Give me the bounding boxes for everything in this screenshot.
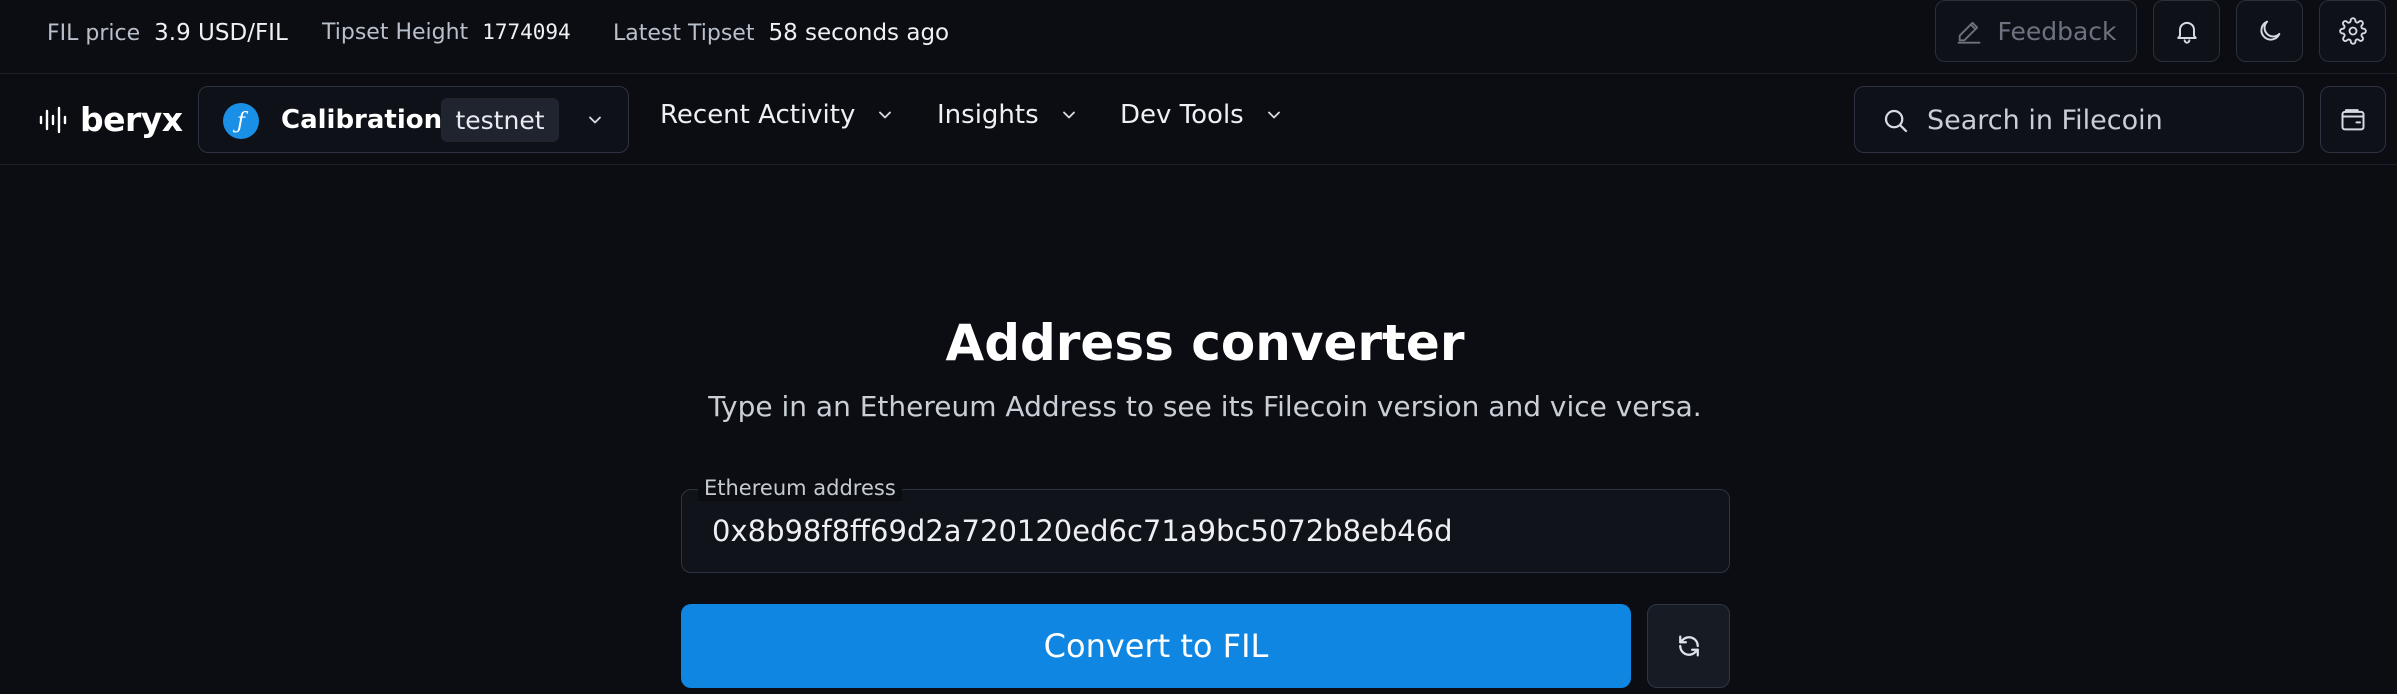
wallet-icon (2339, 106, 2367, 134)
page-title: Address converter (945, 314, 1465, 372)
chevron-down-icon (1059, 105, 1079, 125)
network-selector[interactable]: ƒ Calibration testnet (198, 86, 629, 153)
network-badge: testnet (441, 98, 559, 142)
menu-insights[interactable]: Insights (937, 100, 1079, 130)
feedback-label: Feedback (1997, 16, 2117, 46)
latest-tipset-label: Latest Tipset (613, 21, 755, 46)
refresh-icon (1674, 631, 1704, 661)
page-subtitle: Type in an Ethereum Address to see its F… (708, 390, 1702, 423)
theme-toggle-button[interactable] (2236, 0, 2303, 62)
logo-text: beryx (80, 100, 183, 139)
ethereum-address-field: Ethereum address (681, 475, 1730, 573)
fil-price-stat: FIL price 3.9 USD/FIL (47, 20, 288, 46)
beryx-logo[interactable]: beryx (38, 100, 183, 139)
tipset-height-stat: Tipset Height 1774094 (322, 20, 571, 46)
chevron-down-icon (1264, 105, 1284, 125)
wallet-button[interactable] (2320, 86, 2386, 153)
search-input[interactable] (1927, 97, 2287, 143)
menu-dev-tools-label: Dev Tools (1120, 100, 1244, 130)
swap-direction-button[interactable] (1647, 604, 1730, 688)
network-name: Calibration (281, 105, 443, 135)
fil-price-value: 3.9 USD/FIL (154, 20, 288, 46)
ethereum-address-label: Ethereum address (698, 475, 902, 501)
bell-icon (2173, 17, 2201, 45)
settings-button[interactable] (2319, 0, 2386, 62)
pencil-icon (1955, 17, 1983, 45)
convert-to-fil-button[interactable]: Convert to FIL (681, 604, 1631, 688)
search-box[interactable] (1854, 86, 2304, 153)
menu-insights-label: Insights (937, 100, 1039, 130)
chevron-down-icon (585, 110, 605, 130)
waveform-logo-icon (38, 105, 68, 135)
latest-tipset-value: 58 seconds ago (768, 20, 950, 46)
tipset-height-label: Tipset Height (322, 20, 469, 45)
search-icon (1881, 106, 1911, 136)
menu-dev-tools[interactable]: Dev Tools (1120, 100, 1284, 130)
moon-icon (2256, 17, 2284, 45)
menu-recent-activity[interactable]: Recent Activity (660, 100, 895, 130)
chevron-down-icon (875, 105, 895, 125)
gear-icon (2338, 17, 2367, 45)
notifications-button[interactable] (2153, 0, 2220, 62)
menu-recent-activity-label: Recent Activity (660, 100, 856, 130)
fil-price-label: FIL price (47, 21, 141, 46)
tipset-height-value: 1774094 (482, 20, 571, 44)
feedback-button[interactable]: Feedback (1935, 0, 2137, 62)
main-navbar: beryx ƒ Calibration testnet Recent Activ… (0, 74, 2397, 165)
latest-tipset-stat: Latest Tipset 58 seconds ago (613, 20, 949, 46)
ethereum-address-input[interactable] (712, 508, 1702, 554)
top-info-bar: FIL price 3.9 USD/FIL Tipset Height 1774… (0, 0, 2397, 74)
filecoin-logo-icon: ƒ (223, 103, 259, 139)
